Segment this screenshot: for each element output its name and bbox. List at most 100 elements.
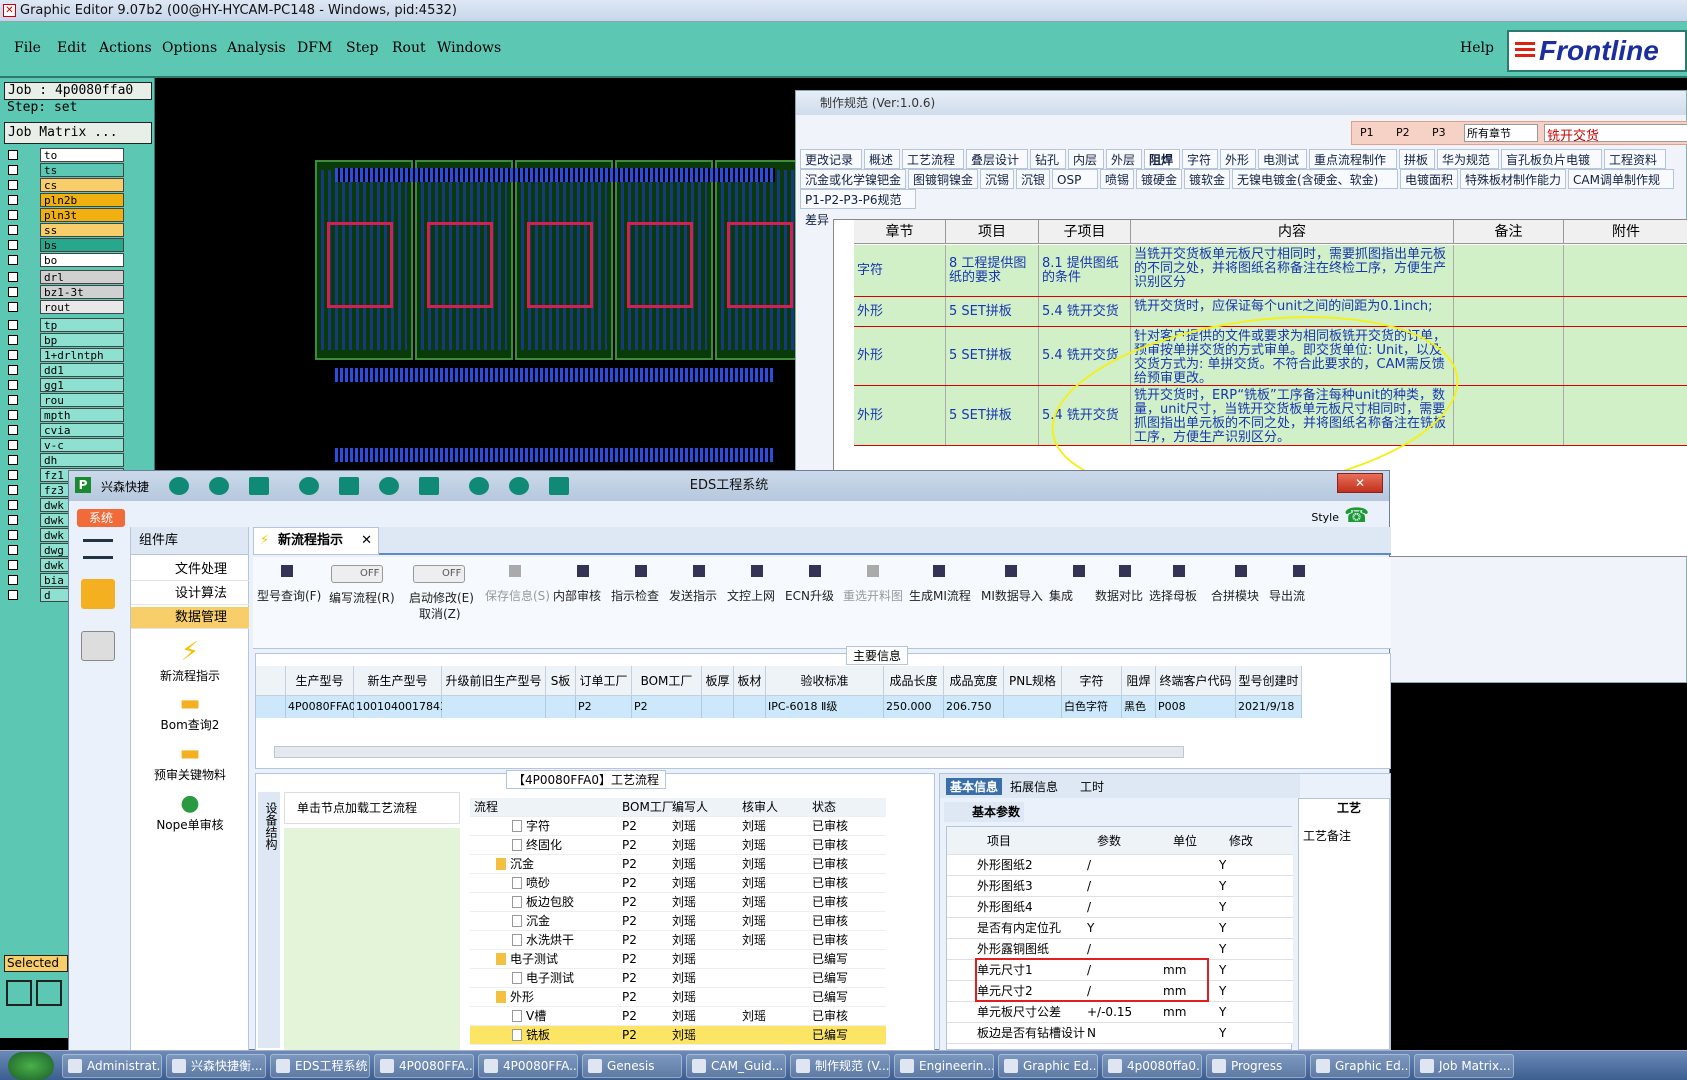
spec-tab[interactable]: 外形 (1220, 149, 1256, 169)
spec-tab[interactable]: 钻孔 (1030, 149, 1066, 169)
ribbon-button[interactable]: 生成MI流程 (909, 587, 971, 604)
spec-tab[interactable]: 电测试 (1258, 149, 1307, 169)
grid-icon[interactable] (249, 477, 269, 495)
menu-help[interactable]: Help (1460, 40, 1494, 56)
spec-tab[interactable]: 喷锡 (1100, 169, 1134, 189)
layer-checkbox[interactable] (8, 150, 18, 160)
grid-cell[interactable] (442, 696, 546, 718)
grid-cell[interactable]: 白色字符 (1062, 696, 1122, 718)
help-icon[interactable] (209, 477, 229, 495)
spec-tab[interactable]: 电镀面积 (1400, 169, 1458, 189)
layer-row[interactable]: bz1-3t (6, 285, 124, 300)
layer-checkbox[interactable] (8, 210, 18, 220)
spec-tab[interactable]: 工艺流程 (902, 149, 964, 169)
ribbon-button[interactable]: 型号查询(F) (257, 587, 321, 604)
taskbar-item[interactable]: Engineerin... (894, 1054, 994, 1078)
spec-tab[interactable]: 字符 (1182, 149, 1218, 169)
ribbon-button[interactable]: 导出流 (1269, 587, 1305, 604)
spec-search-input[interactable]: 铣开交货 (1544, 124, 1687, 144)
layer-checkbox[interactable] (8, 320, 18, 330)
grid-cell[interactable]: 10010400178437 (354, 696, 454, 718)
layer-checkbox[interactable] (8, 545, 18, 555)
menu-actions[interactable]: Actions (99, 40, 152, 56)
layer-checkbox[interactable] (8, 590, 18, 600)
layer-checkbox[interactable] (8, 485, 18, 495)
layer-checkbox[interactable] (8, 455, 18, 465)
graphic-canvas[interactable] (155, 78, 813, 478)
spec-tab[interactable]: 华为规范 (1437, 149, 1499, 169)
grid-cell[interactable]: 4P0080FFA0 (286, 696, 356, 718)
flow-row[interactable]: 外形 P2 刘瑶 已编写 (470, 988, 886, 1007)
monitor-icon[interactable] (549, 477, 569, 495)
basic-row[interactable]: 单元板尺寸公差 +/-0.15 mm Y (947, 1002, 1293, 1023)
scissors-icon[interactable] (299, 477, 319, 495)
grid-cell[interactable] (702, 696, 734, 718)
spec-tab[interactable]: 镀软金 (1184, 169, 1230, 189)
taskbar-item[interactable]: Administrat... (62, 1054, 162, 1078)
layer-row[interactable]: pln2b (6, 193, 124, 208)
spec-tab[interactable]: 沉银 (1016, 169, 1050, 189)
grid-cell[interactable]: IPC-6018 Ⅱ级 (766, 696, 884, 718)
filter-p2[interactable]: P2 (1396, 126, 1410, 139)
flow-row[interactable]: 喷砂 P2 刘瑶 刘瑶 已审核 (470, 874, 886, 893)
taskbar-item[interactable]: Graphic Ed... (998, 1054, 1098, 1078)
layer-row[interactable]: to (6, 148, 124, 163)
spec-tab[interactable]: 概述 (864, 149, 900, 169)
spec-tab[interactable]: 拼板 (1399, 149, 1435, 169)
spec-tab[interactable]: 重点流程制作 (1309, 149, 1397, 169)
grid-cell[interactable] (1004, 696, 1062, 718)
comp-data-management[interactable]: 数据管理 (131, 607, 249, 629)
basic-row[interactable]: 外形图纸4 / Y (947, 897, 1293, 918)
spec-tab[interactable]: 盲孔板负片电镀 (1501, 149, 1602, 169)
layer-checkbox[interactable] (8, 350, 18, 360)
basic-tab[interactable]: 拓展信息 (1010, 778, 1058, 795)
edit-icon[interactable] (379, 477, 399, 495)
layer-checkbox[interactable] (8, 335, 18, 345)
layer-checkbox[interactable] (8, 530, 18, 540)
basic-row[interactable]: 外形露铜图纸 / Y (947, 939, 1293, 960)
layer-row[interactable]: v-c (6, 438, 124, 453)
grid-cell[interactable]: 250.000 (884, 696, 944, 718)
spec-tab[interactable]: 内层 (1068, 149, 1104, 169)
layer-checkbox[interactable] (8, 500, 18, 510)
taskbar-item[interactable]: CAM_Guid... (686, 1054, 786, 1078)
layer-checkbox[interactable] (8, 165, 18, 175)
hamburger-icon[interactable] (83, 539, 113, 559)
spec-tab[interactable]: 沉金或化学镍钯金 (800, 169, 906, 189)
grid-cell[interactable]: P008 (1156, 696, 1236, 718)
basic-row[interactable]: 是否有内定位孔 Y Y (947, 918, 1293, 939)
flow-canvas[interactable] (284, 828, 460, 1050)
spec-tab[interactable]: 镀硬金 (1136, 169, 1182, 189)
taskbar-item[interactable]: EDS工程系统 (270, 1054, 370, 1078)
measure-tool-icon[interactable] (36, 980, 62, 1006)
grid-cell[interactable]: 2021/9/18 (1236, 696, 1302, 718)
layer-row[interactable]: pln3t (6, 208, 124, 223)
search-icon[interactable] (169, 477, 189, 495)
taskbar-item[interactable]: Graphic Ed... (1310, 1054, 1410, 1078)
spec-tab[interactable]: 无镍电镀金(含硬金、软金) (1232, 169, 1398, 189)
phone-icon[interactable]: ☎ (1344, 503, 1369, 527)
flow-row[interactable]: 沉金 P2 刘瑶 刘瑶 已审核 (470, 912, 886, 931)
factory-icon[interactable] (81, 579, 115, 609)
taskbar-item[interactable]: Genesis (582, 1054, 682, 1078)
chapter-select[interactable]: 所有章节 (1464, 124, 1538, 142)
grid-cell[interactable]: 206.750 (944, 696, 1004, 718)
layer-row[interactable]: ss (6, 223, 124, 238)
layer-checkbox[interactable] (8, 380, 18, 390)
menu-options[interactable]: Options (162, 40, 217, 56)
toggle-start-edit[interactable]: OFF (413, 565, 465, 583)
menu-dfm[interactable]: DFM (297, 40, 332, 56)
layer-row[interactable]: gg1 (6, 378, 124, 393)
ribbon-button[interactable]: 合拼模块 (1211, 587, 1259, 604)
row-selector[interactable] (256, 696, 286, 718)
ribbon-button[interactable]: ECN升级 (785, 587, 834, 604)
bom-query-item[interactable]: ▬ Bom查询2 (131, 691, 249, 733)
layer-checkbox[interactable] (8, 515, 18, 525)
layer-checkbox[interactable] (8, 180, 18, 190)
spec-tab[interactable]: 沉锡 (980, 169, 1014, 189)
menu-analysis[interactable]: Analysis (227, 40, 286, 56)
zoom-tool-icon[interactable] (6, 980, 32, 1006)
grid-cell[interactable] (546, 696, 576, 718)
menu-step[interactable]: Step (346, 40, 378, 56)
layer-row[interactable]: rou (6, 393, 124, 408)
